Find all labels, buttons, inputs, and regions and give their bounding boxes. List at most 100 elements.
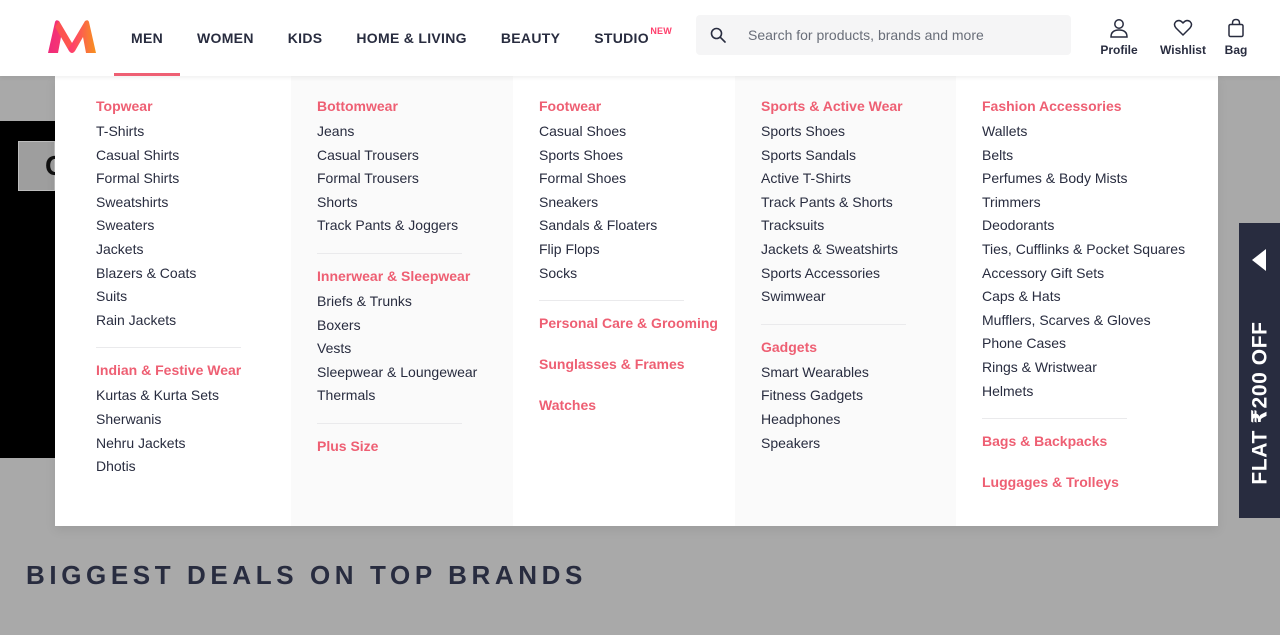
menu-link[interactable]: Vests <box>317 340 513 364</box>
menu-link[interactable]: Flip Flops <box>539 241 735 265</box>
category-sunglasses-frames[interactable]: Sunglasses & Frames <box>539 356 735 373</box>
menu-link[interactable]: Kurtas & Kurta Sets <box>96 387 291 411</box>
menu-link[interactable]: Wallets <box>982 123 1218 147</box>
flat-offer-tab[interactable]: FLAT ₹200 OFF <box>1239 223 1280 518</box>
new-badge: NEW <box>650 26 672 36</box>
menu-link[interactable]: Socks <box>539 265 735 289</box>
menu-link[interactable]: Jackets & Sweatshirts <box>761 241 956 265</box>
category-watches[interactable]: Watches <box>539 397 735 414</box>
menu-link[interactable]: Active T-Shirts <box>761 170 956 194</box>
menu-link[interactable]: Sandals & Floaters <box>539 217 735 241</box>
menu-link[interactable]: Sports Shoes <box>539 147 735 171</box>
menu-link[interactable]: Sneakers <box>539 194 735 218</box>
menu-link[interactable]: Ties, Cufflinks & Pocket Squares <box>982 241 1218 265</box>
menu-link[interactable]: Casual Shirts <box>96 147 291 171</box>
menu-column-4: Sports & Active Wear Sports Shoes Sports… <box>735 76 956 526</box>
menu-link[interactable]: Formal Trousers <box>317 170 513 194</box>
menu-link[interactable]: Dhotis <box>96 458 291 482</box>
menu-column-2: Bottomwear Jeans Casual Trousers Formal … <box>291 76 513 526</box>
menu-column-5: Fashion Accessories Wallets Belts Perfum… <box>956 76 1218 526</box>
bag-button[interactable]: Bag <box>1216 18 1256 57</box>
profile-label: Profile <box>1100 43 1138 57</box>
menu-link[interactable]: Track Pants & Joggers <box>317 217 513 241</box>
menu-link[interactable]: Accessory Gift Sets <box>982 265 1218 289</box>
category-sports-active-wear[interactable]: Sports & Active Wear <box>761 98 956 115</box>
menu-link[interactable]: Casual Shoes <box>539 123 735 147</box>
menu-link[interactable]: Caps & Hats <box>982 288 1218 312</box>
wishlist-button[interactable]: Wishlist <box>1158 18 1208 57</box>
site-header: MEN WOMEN KIDS HOME & LIVING BEAUTY STUD… <box>0 0 1280 76</box>
category-fashion-accessories[interactable]: Fashion Accessories <box>982 98 1218 115</box>
menu-link[interactable]: Sports Shoes <box>761 123 956 147</box>
menu-column-1: Topwear T-Shirts Casual Shirts Formal Sh… <box>55 76 291 526</box>
bag-icon <box>1228 18 1244 38</box>
category-plus-size[interactable]: Plus Size <box>317 438 513 455</box>
menu-link[interactable]: Formal Shirts <box>96 170 291 194</box>
menu-link[interactable]: Rings & Wristwear <box>982 359 1218 383</box>
nav-studio[interactable]: STUDIO NEW <box>577 0 672 76</box>
nav-men[interactable]: MEN <box>114 0 181 76</box>
brand-logo-tile[interactable]: C <box>18 141 65 191</box>
heart-icon <box>1173 19 1193 36</box>
category-bags-backpacks[interactable]: Bags & Backpacks <box>982 433 1218 450</box>
menu-link[interactable]: Headphones <box>761 411 956 435</box>
menu-link[interactable]: Tracksuits <box>761 217 956 241</box>
category-gadgets[interactable]: Gadgets <box>761 339 956 356</box>
category-topwear[interactable]: Topwear <box>96 98 291 115</box>
menu-link[interactable]: Helmets <box>982 383 1218 407</box>
menu-link[interactable]: Shorts <box>317 194 513 218</box>
menu-link[interactable]: Jackets <box>96 241 291 265</box>
menu-link[interactable]: Sweaters <box>96 217 291 241</box>
menu-link[interactable]: Sleepwear & Loungewear <box>317 364 513 388</box>
menu-link[interactable]: Smart Wearables <box>761 364 956 388</box>
menu-link[interactable]: Swimwear <box>761 288 956 312</box>
menu-link[interactable]: Speakers <box>761 435 956 459</box>
profile-button[interactable]: Profile <box>1094 18 1144 57</box>
menu-link[interactable]: Sports Accessories <box>761 265 956 289</box>
category-bottomwear[interactable]: Bottomwear <box>317 98 513 115</box>
menu-link[interactable]: Belts <box>982 147 1218 171</box>
search-icon[interactable] <box>696 15 740 55</box>
menu-link[interactable]: Trimmers <box>982 194 1218 218</box>
menu-link[interactable]: Perfumes & Body Mists <box>982 170 1218 194</box>
menu-link[interactable]: Deodorants <box>982 217 1218 241</box>
menu-link[interactable]: Jeans <box>317 123 513 147</box>
menu-divider <box>982 418 1127 420</box>
menu-link[interactable]: Track Pants & Shorts <box>761 194 956 218</box>
menu-link[interactable]: Sherwanis <box>96 411 291 435</box>
nav-home-living[interactable]: HOME & LIVING <box>339 0 483 76</box>
search-bar[interactable] <box>696 15 1071 55</box>
menu-link[interactable]: Blazers & Coats <box>96 265 291 289</box>
menu-link[interactable]: Thermals <box>317 387 513 411</box>
category-indian-festive-wear[interactable]: Indian & Festive Wear <box>96 362 291 379</box>
category-personal-care-grooming[interactable]: Personal Care & Grooming <box>539 315 735 332</box>
menu-link[interactable]: Sports Sandals <box>761 147 956 171</box>
category-innerwear-sleepwear[interactable]: Innerwear & Sleepwear <box>317 268 513 285</box>
menu-divider <box>761 323 906 325</box>
wishlist-label: Wishlist <box>1160 43 1206 57</box>
search-input[interactable] <box>740 27 1060 43</box>
nav-beauty[interactable]: BEAUTY <box>484 0 577 76</box>
menu-link[interactable]: Casual Trousers <box>317 147 513 171</box>
menu-link[interactable]: Sweatshirts <box>96 194 291 218</box>
category-footwear[interactable]: Footwear <box>539 98 735 115</box>
nav-women[interactable]: WOMEN <box>180 0 271 76</box>
menu-link[interactable]: Boxers <box>317 317 513 341</box>
menu-link[interactable]: T-Shirts <box>96 123 291 147</box>
nav-kids[interactable]: KIDS <box>271 0 340 76</box>
menu-divider <box>539 300 684 302</box>
men-mega-menu: Topwear T-Shirts Casual Shirts Formal Sh… <box>55 76 1218 526</box>
profile-icon <box>1110 19 1128 38</box>
menu-link[interactable]: Rain Jackets <box>96 312 291 336</box>
offer-text: FLAT ₹200 OFF <box>1248 321 1272 485</box>
menu-link[interactable]: Suits <box>96 288 291 312</box>
expand-arrow-icon[interactable] <box>1252 249 1266 271</box>
menu-link[interactable]: Briefs & Trunks <box>317 293 513 317</box>
category-luggages-trolleys[interactable]: Luggages & Trolleys <box>982 474 1218 491</box>
menu-link[interactable]: Mufflers, Scarves & Gloves <box>982 312 1218 336</box>
myntra-logo-icon[interactable] <box>46 19 98 55</box>
menu-link[interactable]: Phone Cases <box>982 335 1218 359</box>
menu-link[interactable]: Fitness Gadgets <box>761 387 956 411</box>
menu-link[interactable]: Nehru Jackets <box>96 435 291 459</box>
menu-link[interactable]: Formal Shoes <box>539 170 735 194</box>
